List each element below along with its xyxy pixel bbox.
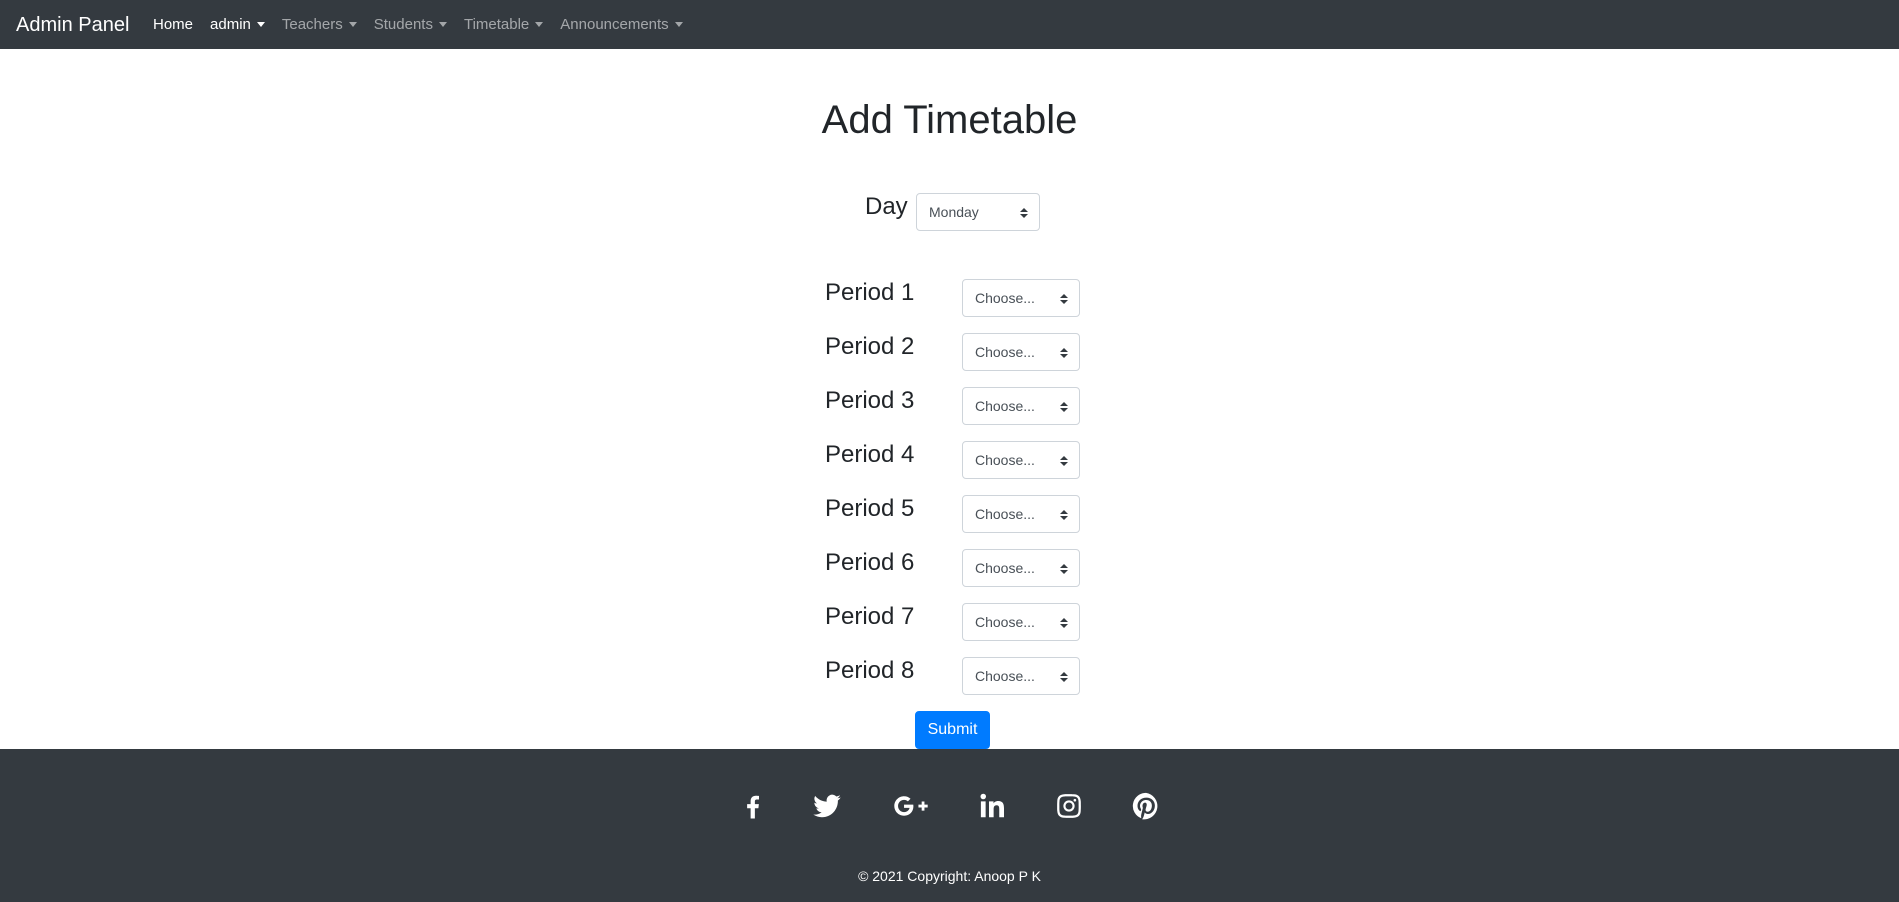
nav-teachers-dropdown[interactable]: Teachers xyxy=(282,15,357,35)
caret-down-icon xyxy=(674,21,683,27)
nav-teachers-label: Teachers xyxy=(281,16,343,33)
period-8-select-value: Choose... xyxy=(975,668,1035,684)
period-6-label: Period 6 xyxy=(825,549,915,576)
nav-announcements-dropdown[interactable]: Announcements xyxy=(560,15,683,35)
nav-students-label: Students xyxy=(373,16,433,33)
nav-timetable-dropdown[interactable]: Timetable xyxy=(463,15,544,35)
period-3-select-value: Choose... xyxy=(975,398,1035,414)
period-8-label: Period 8 xyxy=(825,657,915,684)
navbar-brand[interactable]: Admin Panel xyxy=(16,13,129,37)
instagram-icon[interactable] xyxy=(1054,791,1084,821)
period-6-select-value: Choose... xyxy=(975,560,1035,576)
nav-admin-dropdown[interactable]: admin xyxy=(210,15,265,35)
period-7-select[interactable]: Choose... xyxy=(962,603,1080,641)
nav-home-label: Home xyxy=(153,16,194,33)
submit-button[interactable]: Submit xyxy=(915,711,990,749)
day-select-value: Monday xyxy=(929,204,979,220)
select-arrows-icon xyxy=(1060,618,1068,628)
page-title: Add Timetable xyxy=(821,98,1078,142)
period-5-label: Period 5 xyxy=(825,495,915,522)
caret-down-icon xyxy=(348,21,357,27)
period-1-select-value: Choose... xyxy=(975,290,1035,306)
day-label: Day xyxy=(865,193,908,220)
twitter-icon[interactable] xyxy=(812,791,842,821)
period-2-label: Period 2 xyxy=(825,333,915,360)
period-2-select[interactable]: Choose... xyxy=(962,333,1080,371)
social-links xyxy=(0,791,1899,823)
period-3-select[interactable]: Choose... xyxy=(962,387,1080,425)
nav-home[interactable]: Home xyxy=(153,15,193,35)
select-arrows-icon xyxy=(1060,564,1068,574)
period-4-select-value: Choose... xyxy=(975,452,1035,468)
nav-timetable-label: Timetable xyxy=(463,16,530,33)
linkedin-icon[interactable] xyxy=(978,791,1008,821)
top-navbar: Admin Panel Home admin Teachers Students… xyxy=(0,0,1899,49)
period-1-label: Period 1 xyxy=(825,279,915,306)
period-5-select-value: Choose... xyxy=(975,506,1035,522)
footer: © 2021 Copyright: Anoop P K xyxy=(0,749,1899,902)
google-plus-icon[interactable] xyxy=(893,791,929,821)
nav-admin-label: admin xyxy=(210,16,251,33)
pinterest-icon[interactable] xyxy=(1131,791,1161,821)
nav-students-dropdown[interactable]: Students xyxy=(374,15,447,35)
copyright-text: © 2021 Copyright: Anoop P K xyxy=(858,868,1041,884)
nav-announcements-label: Announcements xyxy=(560,16,669,33)
select-arrows-icon xyxy=(1060,294,1068,304)
select-arrows-icon xyxy=(1060,456,1068,466)
period-5-select[interactable]: Choose... xyxy=(962,495,1080,533)
select-arrows-icon xyxy=(1060,348,1068,358)
period-2-select-value: Choose... xyxy=(975,344,1035,360)
select-arrows-icon xyxy=(1060,510,1068,520)
select-arrows-icon xyxy=(1060,402,1068,412)
period-8-select[interactable]: Choose... xyxy=(962,657,1080,695)
period-3-label: Period 3 xyxy=(825,387,915,414)
caret-down-icon xyxy=(438,21,447,27)
period-4-label: Period 4 xyxy=(825,441,915,468)
period-6-select[interactable]: Choose... xyxy=(962,549,1080,587)
day-select[interactable]: Monday xyxy=(916,193,1040,231)
select-arrows-icon xyxy=(1060,672,1068,682)
period-7-select-value: Choose... xyxy=(975,614,1035,630)
period-1-select[interactable]: Choose... xyxy=(962,279,1080,317)
facebook-icon[interactable] xyxy=(738,791,768,821)
caret-down-icon xyxy=(256,21,265,27)
period-4-select[interactable]: Choose... xyxy=(962,441,1080,479)
period-7-label: Period 7 xyxy=(825,603,915,630)
caret-down-icon xyxy=(535,21,544,27)
nav-menu: Home admin Teachers Students Timetable A… xyxy=(153,15,700,35)
select-arrows-icon xyxy=(1020,208,1028,218)
